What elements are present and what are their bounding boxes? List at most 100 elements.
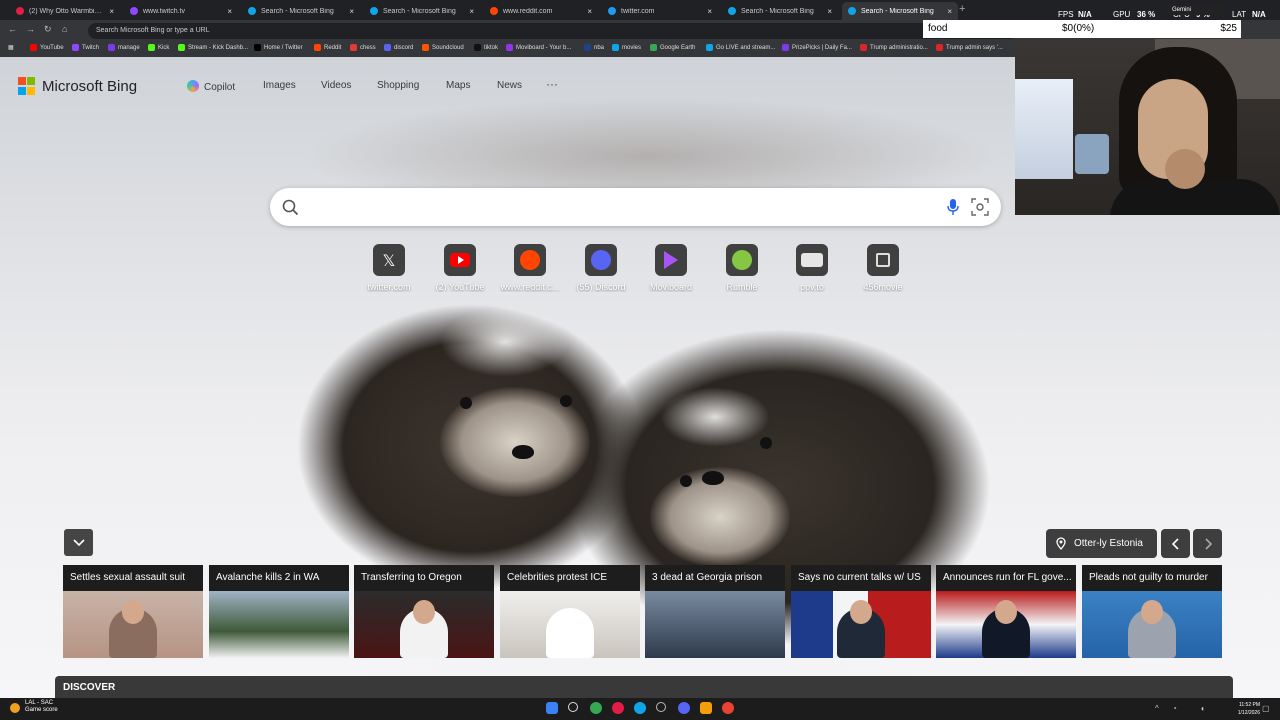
microphone-icon[interactable] (947, 198, 959, 216)
nav-copilot[interactable]: Copilot (187, 80, 235, 93)
background-photo-detail (460, 397, 472, 409)
forward-icon[interactable]: → (26, 24, 35, 34)
close-icon[interactable]: × (109, 7, 114, 16)
browser-tab[interactable]: (2) Why Otto Warmbier Die × (10, 2, 120, 20)
discord-icon[interactable] (678, 702, 690, 714)
news-card[interactable]: Announces run for FL gove... (936, 565, 1076, 658)
bookmark-twitter[interactable]: Home / Twitter (254, 44, 303, 51)
bookmark-reddit[interactable]: Reddit (314, 44, 341, 51)
address-bar[interactable]: Search Microsoft Bing or type a URL (88, 23, 1018, 39)
search-input[interactable] (310, 196, 950, 218)
browser-tab[interactable]: Search - Microsoft Bing × (722, 2, 838, 20)
news-card[interactable]: Pleads not guilty to murder (1082, 565, 1222, 658)
news-card[interactable]: Says no current talks w/ US (791, 565, 931, 658)
quick-link-tile[interactable]: www.reddit.c... (494, 244, 566, 296)
search-icon[interactable] (568, 702, 578, 712)
bookmark-news-1[interactable]: Trump administratio... (860, 44, 928, 51)
nav-images[interactable]: Images (263, 80, 296, 91)
quick-link-tile[interactable]: Moviboard (635, 244, 707, 296)
browser-tab[interactable]: Search - Microsoft Bing × (242, 2, 360, 20)
network-icon[interactable]: ◔ (1172, 704, 1177, 713)
background-photo-detail (702, 471, 724, 485)
more-icon[interactable]: ··· (546, 77, 558, 91)
news-card[interactable]: Avalanche kills 2 in WA (209, 565, 349, 658)
tray-arrow-icon[interactable]: ^ (1155, 704, 1159, 713)
quick-link-tile[interactable]: Rumble (706, 244, 778, 296)
bookmark-discord[interactable]: discord (384, 44, 413, 51)
back-icon[interactable]: ← (8, 24, 17, 34)
notifications-icon[interactable]: ▢ (1262, 704, 1270, 713)
obs-icon[interactable] (700, 702, 712, 714)
search-box[interactable] (270, 188, 1001, 226)
chrome-icon[interactable] (722, 702, 734, 714)
nav-news[interactable]: News (497, 80, 522, 91)
bookmark-moviboard[interactable]: Moviboard - Your b... (506, 44, 571, 51)
bookmark-kick-dashboard[interactable]: Stream - Kick Dashb... (178, 44, 248, 51)
kick-icon (148, 44, 155, 51)
bookmark-youtube[interactable]: YouTube (30, 44, 64, 51)
bookmark-soundcloud[interactable]: Soundcloud (422, 44, 464, 51)
news-card[interactable]: 3 dead at Georgia prison (645, 565, 785, 658)
apps-icon[interactable]: ▦ (8, 44, 14, 51)
close-icon[interactable]: × (587, 7, 592, 16)
bookmark-nba[interactable]: nba (584, 44, 604, 51)
bookmark-label: nba (594, 44, 605, 51)
nav-shopping[interactable]: Shopping (377, 80, 419, 91)
bookmark-prizepicks[interactable]: PrizePicks | Daily Fa... (782, 44, 852, 51)
nav-maps[interactable]: Maps (446, 80, 470, 91)
quick-link-tile[interactable]: ppv.to (776, 244, 848, 296)
settings-icon[interactable] (656, 702, 666, 712)
close-icon[interactable]: × (227, 7, 232, 16)
bookmark-kick[interactable]: Kick (148, 44, 169, 51)
bookmark-twitch[interactable]: Twitch (72, 44, 99, 51)
news-card[interactable]: Settles sexual assault suit (63, 565, 203, 658)
bookmark-manage[interactable]: manage (108, 44, 140, 51)
next-image-button[interactable] (1193, 529, 1222, 558)
bookmark-news-2[interactable]: Trump admin says '... (936, 44, 1003, 51)
speaker-icon[interactable]: ◖ (1200, 704, 1205, 713)
game-score-widget[interactable]: LAL - SAC Game score (10, 700, 58, 714)
close-icon[interactable]: × (947, 7, 952, 16)
basketball-icon (10, 703, 20, 713)
visual-search-icon[interactable] (971, 198, 989, 216)
news-card[interactable]: Transferring to Oregon (354, 565, 494, 658)
close-icon[interactable]: × (349, 7, 354, 16)
reload-icon[interactable]: ↻ (44, 24, 52, 35)
close-icon[interactable]: × (469, 7, 474, 16)
gemini-badge[interactable]: Gemini (1168, 5, 1224, 15)
previous-image-button[interactable] (1161, 529, 1190, 558)
discover-heading: DISCOVER (55, 676, 1233, 698)
bookmark-google-earth[interactable]: Google Earth (650, 44, 695, 51)
tiktok-icon (474, 44, 481, 51)
microsoft-bing-logo[interactable]: Microsoft Bing (18, 77, 137, 95)
system-clock[interactable]: 11:52 PM 1/12/2026 (1238, 701, 1260, 717)
chrome-icon[interactable] (590, 702, 602, 714)
browser-tab[interactable]: twitter.com × (602, 2, 718, 20)
quick-link-tile[interactable]: 𝕏 twitter.com (353, 244, 425, 296)
news-thumbnail (63, 591, 203, 658)
edge-icon[interactable] (634, 702, 646, 714)
nav-videos[interactable]: Videos (321, 80, 351, 91)
media-player-icon[interactable] (612, 702, 624, 714)
news-card[interactable]: Celebrities protest ICE (500, 565, 640, 658)
browser-tab-active[interactable]: Search - Microsoft Bing × (842, 2, 958, 20)
start-icon[interactable] (546, 702, 558, 714)
bookmark-movies[interactable]: movies (612, 44, 641, 51)
browser-tab[interactable]: Search - Microsoft Bing × (364, 2, 480, 20)
close-icon[interactable]: × (707, 7, 712, 16)
new-tab-icon[interactable]: + (959, 3, 965, 15)
background-photo-detail (440, 307, 570, 377)
bookmark-go-live[interactable]: Go LIVE and stream... (706, 44, 775, 51)
browser-tab[interactable]: www.twitch.tv × (124, 2, 238, 20)
home-icon[interactable]: ⌂ (62, 24, 67, 34)
background-photo-detail (512, 445, 534, 459)
collapse-feed-button[interactable] (64, 529, 93, 556)
browser-tab[interactable]: www.reddit.com × (484, 2, 598, 20)
quick-link-tile[interactable]: (2) YouTube (424, 244, 496, 296)
close-icon[interactable]: × (827, 7, 832, 16)
image-location-button[interactable]: Otter-ly Estonia (1046, 529, 1157, 558)
bookmark-chess[interactable]: chess (350, 44, 376, 51)
quick-link-tile[interactable]: (55) Discord (565, 244, 637, 296)
quick-link-tile[interactable]: 456movie (847, 244, 919, 296)
bookmark-tiktok[interactable]: tiktok (474, 44, 498, 51)
